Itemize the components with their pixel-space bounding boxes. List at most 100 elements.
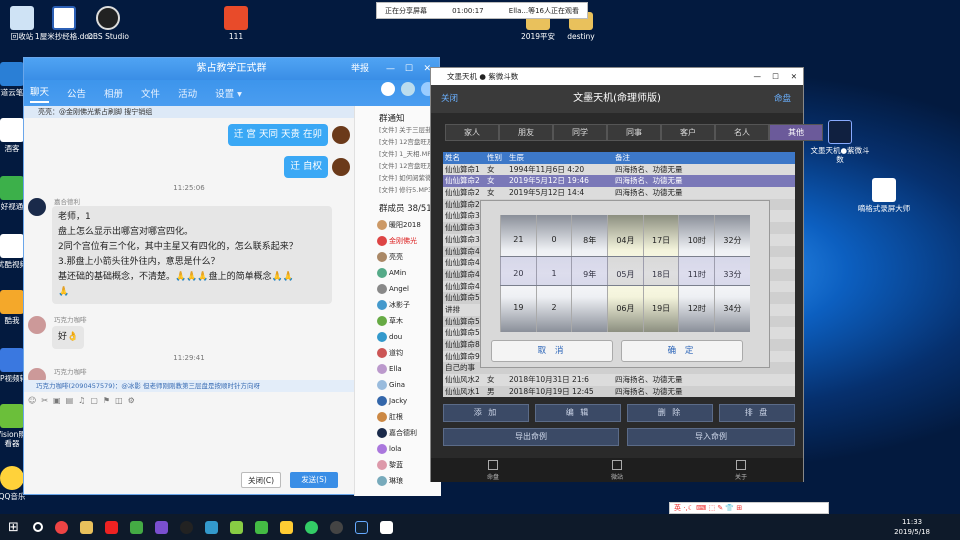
notice-item[interactable]: [文件] 修行5.MP3 bbox=[355, 184, 441, 196]
member-item[interactable]: dou bbox=[355, 329, 441, 345]
import-button[interactable]: 导入命例 bbox=[627, 428, 795, 446]
report-link[interactable]: 举报 bbox=[351, 58, 369, 80]
notice-item[interactable]: [文件] 12宫盘旺及问... bbox=[355, 136, 441, 148]
chrome-icon[interactable] bbox=[54, 520, 68, 534]
tab-files[interactable]: 文件 bbox=[141, 86, 160, 100]
close-icon[interactable]: ✕ bbox=[791, 68, 797, 85]
obs-icon[interactable] bbox=[329, 520, 343, 534]
avatar[interactable] bbox=[28, 316, 46, 334]
edit-button[interactable]: 编 辑 bbox=[535, 404, 621, 422]
tab-colleagues[interactable]: 同事 bbox=[607, 124, 661, 141]
tab-family[interactable]: 家人 bbox=[445, 124, 499, 141]
table-row[interactable]: 仙仙算命2 女 2019年5月12日 14:4 四海扬名、功德无量 bbox=[443, 187, 795, 199]
phone-icon[interactable] bbox=[381, 82, 395, 96]
tab-classmates[interactable]: 同学 bbox=[553, 124, 607, 141]
file-explorer-icon[interactable] bbox=[79, 520, 93, 534]
wps-icon[interactable] bbox=[104, 520, 118, 534]
tab-album[interactable]: 相册 bbox=[104, 86, 123, 100]
tab-chat[interactable]: 聊天 bbox=[30, 84, 50, 103]
member-item[interactable]: 暖阳2018 bbox=[355, 217, 441, 233]
member-item[interactable]: Gina bbox=[355, 377, 441, 393]
ime-toolbar[interactable]: 英 ·,☾ ⌨ ⬚ ✎ 👕 ⊞ bbox=[669, 502, 829, 514]
app-window-title: 文墨天机 ● 紫微斗数 bbox=[447, 72, 519, 81]
tab-notice[interactable]: 公告 bbox=[67, 86, 86, 100]
minimize-icon[interactable]: — bbox=[754, 68, 762, 85]
app-icon[interactable] bbox=[279, 520, 293, 534]
member-item[interactable]: Jacky bbox=[355, 393, 441, 409]
table-row[interactable]: 仙仙算命2 女 2019年5月12日 19:46 四海扬名、功德无量 bbox=[443, 175, 795, 188]
footer-about[interactable]: 关于 bbox=[679, 458, 803, 482]
app-icon[interactable] bbox=[229, 520, 243, 534]
maximize-icon[interactable]: ☐ bbox=[772, 68, 779, 85]
avatar[interactable] bbox=[332, 126, 350, 144]
confirm-button[interactable]: 确 定 bbox=[621, 340, 743, 362]
obs-studio-icon[interactable]: OBS Studio bbox=[78, 6, 138, 41]
footer-chart[interactable]: 命盘 bbox=[431, 458, 555, 482]
wenmo-task-icon[interactable] bbox=[354, 520, 368, 534]
notice-item[interactable]: [文件] 关于三层卦象问... bbox=[355, 124, 441, 136]
table-row[interactable]: 仙仙风水1 男 2018年10月19日 12:45 四海扬名、功德无量 bbox=[443, 385, 795, 398]
member-item[interactable]: 冰影子 bbox=[355, 297, 441, 313]
member-item[interactable]: 琳琅 bbox=[355, 473, 441, 489]
group-title: 紫占教学正式群 bbox=[196, 63, 267, 74]
app-icon[interactable] bbox=[129, 520, 143, 534]
add-button[interactable]: 添 加 bbox=[443, 404, 529, 422]
pdf-file-icon[interactable]: 111 bbox=[206, 6, 266, 41]
input-toolbar[interactable]: ☺✂▣▤♫▢⚑◫⚙ bbox=[28, 396, 140, 405]
member-item[interactable]: AMin bbox=[355, 265, 441, 281]
notice-item[interactable]: [文件] 12宫盘旺及问... bbox=[355, 160, 441, 172]
screen-recorder-icon[interactable]: 嘀格式录屏大师 bbox=[854, 178, 914, 213]
sender-name[interactable]: 巧克力咖啡 bbox=[54, 366, 87, 376]
pinned-message[interactable]: 亮亮：@金刚佛光紫占刷脚 搜宁销组 bbox=[24, 106, 354, 118]
member-item[interactable]: 金刚佛光 bbox=[355, 233, 441, 249]
qq-icon[interactable] bbox=[179, 520, 193, 534]
arrange-chart-button[interactable]: 排 盘 bbox=[719, 404, 795, 422]
delete-button[interactable]: 删 除 bbox=[627, 404, 713, 422]
member-item[interactable]: 草木 bbox=[355, 313, 441, 329]
close-button[interactable]: 关闭(C) bbox=[241, 472, 281, 488]
footer-site[interactable]: 微站 bbox=[555, 458, 679, 482]
visual-studio-icon[interactable] bbox=[154, 520, 168, 534]
reply-preview[interactable]: 巧克力咖啡(2090457579)：@冰影 但老师刚刚教第三层盘是按顺时针方向呀 bbox=[24, 380, 354, 392]
minimize-icon[interactable]: — bbox=[386, 58, 395, 80]
maximize-icon[interactable]: ☐ bbox=[405, 58, 413, 80]
member-item[interactable]: 黎蓝 bbox=[355, 457, 441, 473]
avatar[interactable] bbox=[28, 198, 46, 216]
back-button[interactable]: 关闭 bbox=[441, 85, 458, 113]
members-title: 群成员 38/51 bbox=[379, 204, 432, 214]
system-clock[interactable]: 11:33 2019/5/18 bbox=[894, 517, 930, 537]
sender-name[interactable]: 嘉合德利 bbox=[54, 196, 80, 206]
member-item[interactable]: 肛根 bbox=[355, 409, 441, 425]
member-item[interactable]: 亮亮 bbox=[355, 249, 441, 265]
avatar[interactable] bbox=[28, 368, 46, 380]
tab-activity[interactable]: 活动 bbox=[178, 86, 197, 100]
member-item[interactable]: lola bbox=[355, 441, 441, 457]
music-icon[interactable] bbox=[304, 520, 318, 534]
member-item[interactable]: Angel bbox=[355, 281, 441, 297]
app-icon[interactable] bbox=[204, 520, 218, 534]
chart-menu-button[interactable]: 命盘 bbox=[774, 85, 791, 113]
sender-name[interactable]: 巧克力咖啡 bbox=[54, 314, 87, 324]
share-icon[interactable] bbox=[401, 82, 415, 96]
avatar[interactable] bbox=[332, 158, 350, 176]
table-row[interactable]: 仙仙算命1 女 1994年11月6日 4:20 四海扬名、功德无量 bbox=[443, 163, 795, 176]
screen-share-bar[interactable]: 正在分享屏幕 01:00:17 Ella...等16人正在观看 bbox=[376, 2, 588, 19]
tab-settings[interactable]: 设置 ▾ bbox=[215, 86, 242, 100]
cancel-button[interactable]: 取 消 bbox=[491, 340, 613, 362]
app-icon[interactable] bbox=[379, 520, 393, 534]
tab-celebrities[interactable]: 名人 bbox=[715, 124, 769, 141]
windows-start-icon[interactable]: ⊞ bbox=[8, 520, 19, 535]
tab-friends[interactable]: 朋友 bbox=[499, 124, 553, 141]
search-icon[interactable] bbox=[32, 522, 43, 532]
export-button[interactable]: 导出命例 bbox=[443, 428, 619, 446]
member-item[interactable]: 道钧 bbox=[355, 345, 441, 361]
notice-item[interactable]: [文件] 如何阅紫微斗数... bbox=[355, 172, 441, 184]
tab-other[interactable]: 其他 bbox=[769, 124, 823, 141]
member-item[interactable]: 嘉合德利 bbox=[355, 425, 441, 441]
notice-item[interactable]: [文件] 1_天相.MP3.mp3 bbox=[355, 148, 441, 160]
send-button[interactable]: 发送(S) bbox=[290, 472, 338, 488]
wechat-icon[interactable] bbox=[254, 520, 268, 534]
table-row[interactable]: 仙仙风水2 女 2018年10月31日 21:6 四海扬名、功德无量 bbox=[443, 374, 795, 386]
tab-clients[interactable]: 客户 bbox=[661, 124, 715, 141]
member-item[interactable]: Ella bbox=[355, 361, 441, 377]
